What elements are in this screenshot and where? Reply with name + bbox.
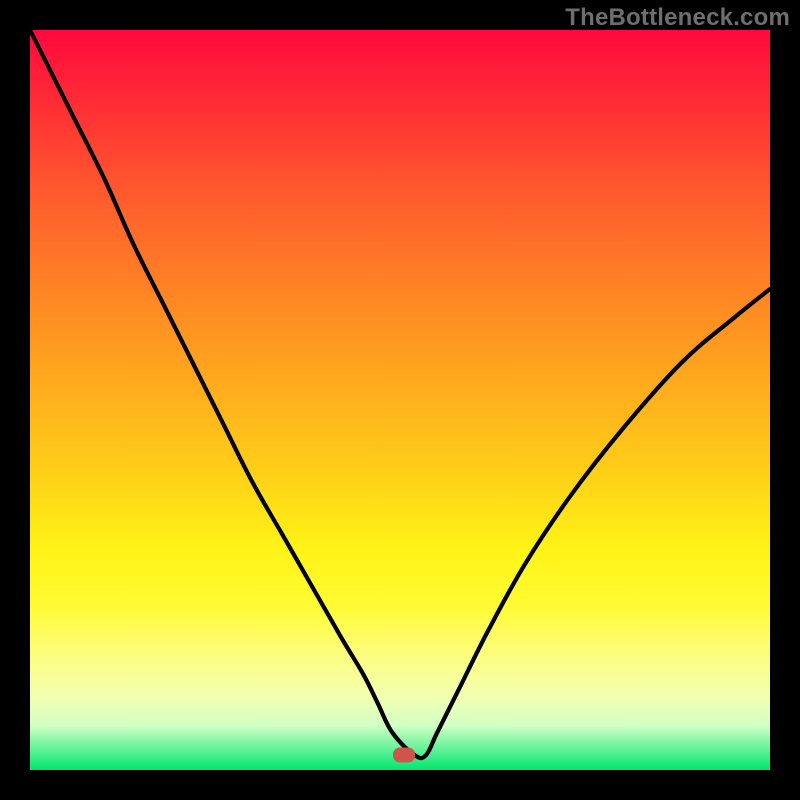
watermark-label: TheBottleneck.com [565, 4, 790, 32]
plot-area [30, 30, 770, 770]
chart-frame: TheBottleneck.com [0, 0, 800, 800]
bottleneck-curve [30, 30, 770, 770]
optimal-point-marker [393, 748, 415, 763]
